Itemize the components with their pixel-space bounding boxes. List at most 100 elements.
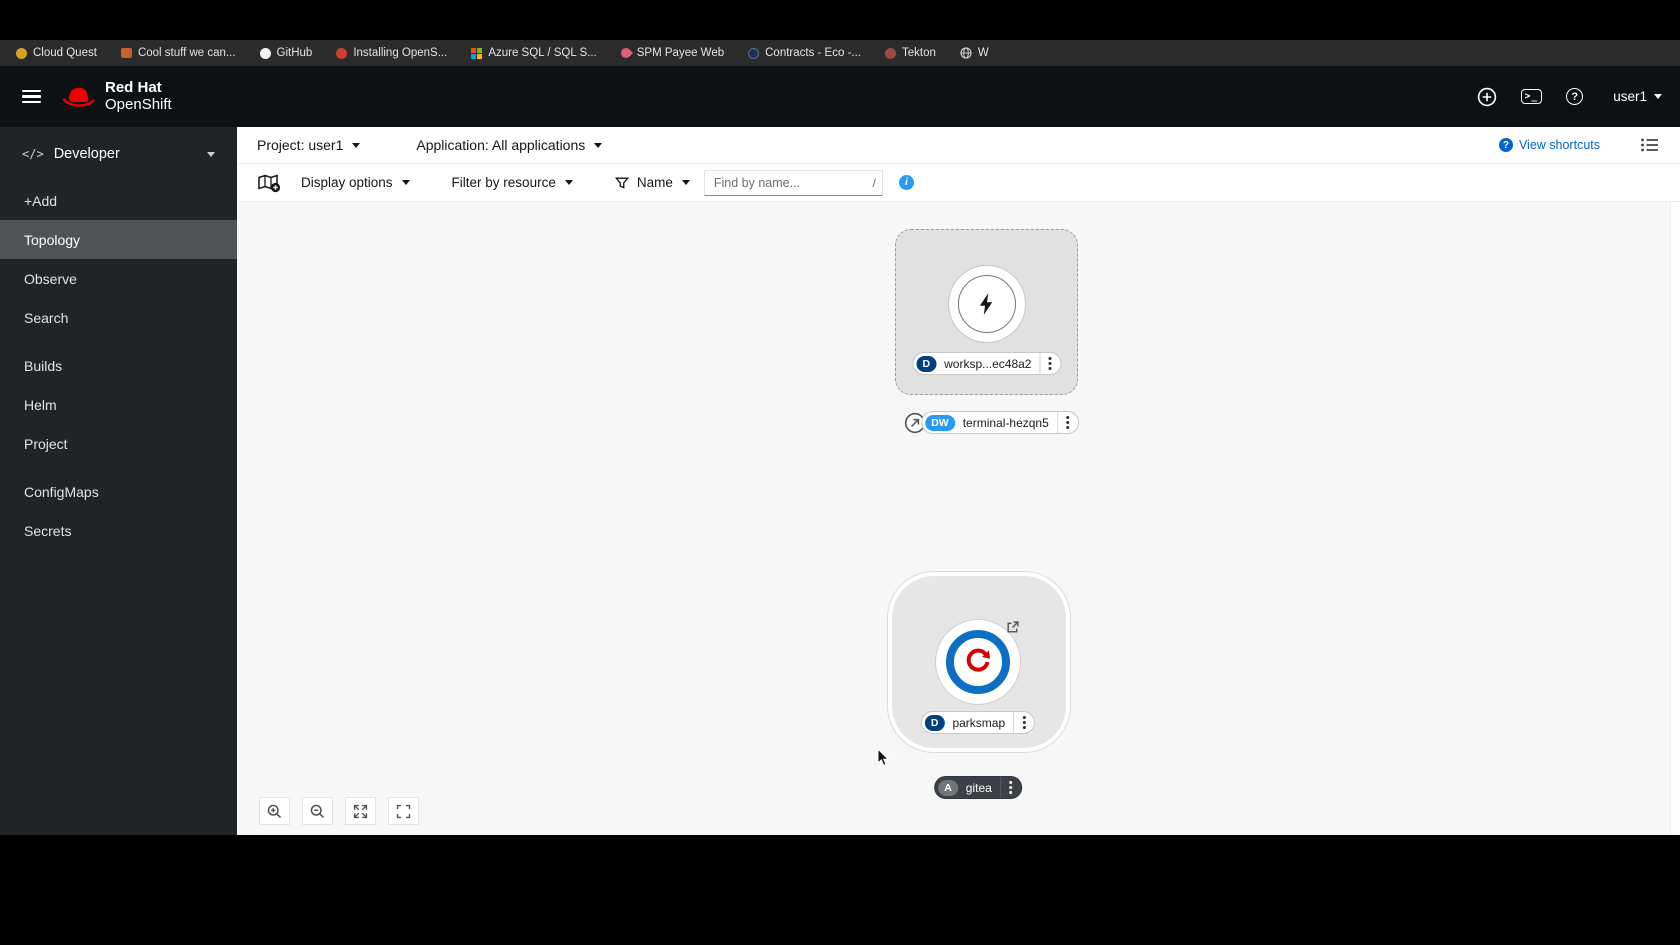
chevron-down-icon: [1654, 94, 1662, 99]
vertical-scrollbar[interactable]: [1670, 202, 1680, 835]
fullscreen-icon: [396, 804, 411, 818]
bookmark-label: SPM Payee Web: [636, 47, 725, 59]
gitea-label-pill[interactable]: A gitea: [934, 776, 1022, 799]
export-application-icon[interactable]: [257, 173, 281, 193]
topology-canvas[interactable]: D worksp...ec48a2 DW terminal-hezqn5 D p…: [237, 202, 1680, 835]
display-options-label: Display options: [301, 175, 393, 190]
fit-to-screen-button[interactable]: [345, 797, 376, 825]
application-dropdown[interactable]: Application: All applications: [416, 137, 603, 153]
external-link-icon[interactable]: [1005, 620, 1021, 636]
zoom-out-button[interactable]: [302, 797, 333, 825]
bookmark-label: Tekton: [901, 47, 936, 59]
sidebar-item-configmaps[interactable]: ConfigMaps: [0, 472, 237, 511]
sidebar-item-search[interactable]: Search: [0, 298, 237, 337]
bookmarks-bar: Cloud Quest Cool stuff we can... GitHub …: [0, 40, 1680, 66]
display-options-dropdown[interactable]: Display options: [301, 175, 410, 190]
name-filter-group: Name: [614, 175, 690, 190]
refresh-icon: [966, 648, 990, 672]
deployment-status-ring: [946, 630, 1010, 694]
bookmark-label: Installing OpenS...: [353, 47, 448, 59]
terminal-label-pill[interactable]: DW terminal-hezqn5: [921, 411, 1079, 434]
sidebar-item-builds[interactable]: Builds: [0, 346, 237, 385]
devworkspace-badge: DW: [925, 414, 955, 431]
brand-line2: OpenShift: [105, 95, 172, 113]
name-filter-label: Name: [636, 175, 673, 190]
bookmark-item[interactable]: SPM Payee Web: [618, 45, 725, 61]
kebab-menu-icon[interactable]: [1039, 353, 1060, 374]
view-shortcuts-link[interactable]: ? View shortcuts: [1498, 138, 1600, 152]
bookmark-item[interactable]: Contracts - Eco -...: [748, 47, 861, 59]
feather-icon: [618, 45, 633, 61]
project-dropdown[interactable]: Project: user1: [257, 137, 361, 153]
mouse-cursor: [877, 747, 890, 772]
zoom-in-button[interactable]: [259, 797, 290, 825]
sidebar: </> Developer +Add Topology Observe Sear…: [0, 127, 237, 835]
bookmark-label: Cloud Quest: [33, 47, 97, 59]
bookmark-item[interactable]: Cloud Quest: [16, 47, 97, 59]
add-circle-icon[interactable]: [1477, 87, 1497, 107]
chevron-down-icon: [594, 142, 603, 148]
zoom-in-icon: [267, 804, 281, 818]
chevron-down-icon: [564, 180, 573, 185]
web-terminal-icon[interactable]: >_: [1520, 89, 1543, 104]
info-icon[interactable]: i: [898, 175, 914, 190]
perspective-switcher[interactable]: </> Developer: [0, 127, 237, 181]
devworkspace-ring: [958, 275, 1016, 333]
kebab-menu-icon[interactable]: [1056, 412, 1078, 433]
devworkspace-node[interactable]: [948, 265, 1026, 343]
redhat-openshift-logo[interactable]: Red Hat OpenShift: [61, 80, 172, 112]
bookmark-item[interactable]: Cool stuff we can...: [120, 47, 236, 59]
brand-text: Red Hat OpenShift: [105, 79, 172, 113]
contracts-icon: [748, 47, 760, 59]
chevron-down-icon: [681, 180, 690, 185]
deployment-badge: D: [924, 714, 945, 731]
lightning-bolt-icon: [979, 293, 993, 315]
sidebar-item-topology[interactable]: Topology: [0, 220, 237, 259]
project-label: Project: user1: [257, 137, 344, 153]
help-icon[interactable]: ?: [1566, 88, 1584, 105]
bookmark-item[interactable]: W: [960, 47, 989, 59]
sidebar-item-secrets[interactable]: Secrets: [0, 511, 237, 550]
gitea-name: gitea: [965, 780, 992, 795]
sidebar-divider: [0, 337, 237, 346]
user-menu[interactable]: user1: [1613, 89, 1662, 104]
sidebar-item-helm[interactable]: Helm: [0, 385, 237, 424]
cloud-quest-icon: [16, 47, 27, 59]
kebab-menu-icon[interactable]: [1013, 712, 1034, 733]
zoom-out-icon: [310, 804, 324, 818]
hamburger-menu-icon[interactable]: [22, 89, 41, 104]
user-name: user1: [1613, 89, 1647, 104]
workspace-label-pill[interactable]: D worksp...ec48a2: [912, 352, 1062, 375]
slash-shortcut-hint: /: [872, 175, 876, 190]
name-filter-dropdown[interactable]: Name: [637, 175, 690, 190]
filter-by-resource-dropdown[interactable]: Filter by resource: [452, 175, 573, 190]
filter-by-resource-label: Filter by resource: [451, 175, 556, 190]
app-body: </> Developer +Add Topology Observe Sear…: [0, 127, 1680, 835]
redhat-hat-icon: [61, 84, 97, 110]
sidebar-divider: [0, 463, 237, 472]
bookmark-label: W: [977, 47, 989, 59]
brand-line1: Red Hat: [105, 79, 162, 97]
list-view-toggle-icon[interactable]: [1640, 136, 1660, 154]
letterbox-top: [0, 0, 1680, 40]
bookmark-item[interactable]: Tekton: [884, 47, 936, 59]
find-by-name-input[interactable]: [703, 169, 883, 196]
bookmark-label: Azure SQL / SQL S...: [488, 47, 597, 59]
github-icon: [259, 47, 271, 59]
application-label: Application: All applications: [416, 137, 586, 153]
kebab-menu-icon[interactable]: [999, 777, 1021, 798]
expand-arrows-icon: [353, 804, 368, 818]
masthead: Red Hat OpenShift >_ ? user1: [0, 66, 1680, 127]
perspective-label: Developer: [53, 146, 120, 162]
funnel-icon: [614, 176, 629, 190]
parksmap-label-pill[interactable]: D parksmap: [920, 711, 1036, 734]
document-icon: [120, 48, 132, 58]
fullscreen-button[interactable]: [388, 797, 419, 825]
application-badge: A: [938, 779, 958, 796]
sidebar-item-observe[interactable]: Observe: [0, 259, 237, 298]
bookmark-item[interactable]: Azure SQL / SQL S...: [471, 47, 597, 59]
sidebar-item-add[interactable]: +Add: [0, 181, 237, 220]
bookmark-item[interactable]: GitHub: [259, 47, 312, 59]
sidebar-item-project[interactable]: Project: [0, 424, 237, 463]
bookmark-item[interactable]: Installing OpenS...: [336, 47, 447, 59]
